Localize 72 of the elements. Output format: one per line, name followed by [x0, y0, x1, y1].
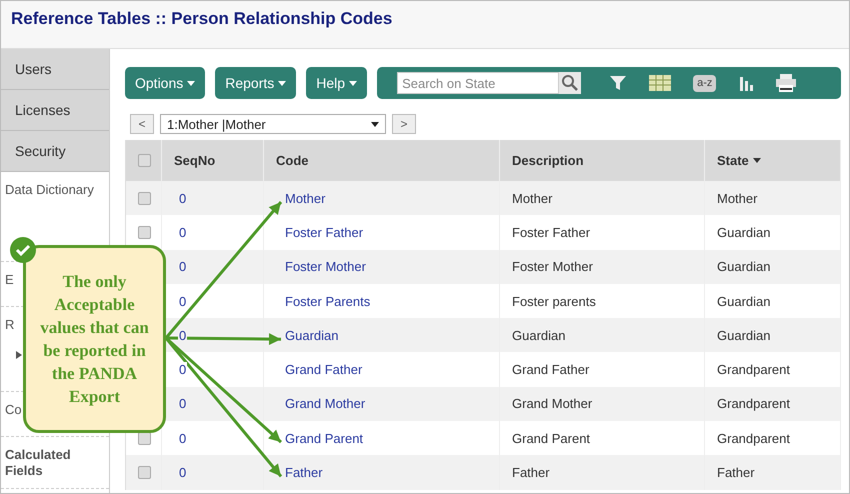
table-cell: Foster Father — [512, 224, 590, 240]
select-all-checkbox[interactable] — [138, 154, 151, 167]
expand-icon[interactable] — [15, 351, 23, 359]
table-cell: Grandparent — [717, 396, 790, 412]
code-link[interactable]: Foster Mother — [284, 259, 367, 274]
table-cell: Foster Mother — [512, 259, 593, 274]
row-checkbox[interactable] — [138, 466, 151, 480]
table-cell: Guardian — [512, 328, 566, 343]
sidebar-item[interactable]: Calculated Fields — [5, 447, 105, 479]
next-button[interactable]: > — [392, 114, 416, 134]
table-cell: Grandparent — [717, 430, 790, 446]
previous-button[interactable]: < — [130, 114, 154, 134]
code-link[interactable]: Foster Father — [284, 224, 364, 240]
code-link[interactable]: Mother — [284, 190, 326, 206]
row-checkbox[interactable] — [138, 226, 151, 239]
table-cell: Grand Father — [512, 362, 590, 378]
header-cell[interactable]: Code — [264, 140, 500, 181]
caret-icon — [349, 80, 358, 86]
sort-button[interactable]: a-z — [693, 74, 716, 92]
header-cell[interactable]: Description — [500, 140, 705, 181]
seq-link[interactable]: 0 — [178, 328, 188, 343]
seq-link[interactable]: 0 — [178, 259, 188, 274]
table-cell: Father — [717, 465, 755, 480]
search-icon[interactable] — [559, 72, 582, 94]
sidebar-tab[interactable]: Security — [1, 131, 109, 172]
caret-icon — [371, 122, 379, 126]
caret-icon — [187, 80, 196, 86]
code-link[interactable]: Father — [284, 465, 324, 480]
seq-link[interactable]: 0 — [178, 396, 188, 412]
header-cell[interactable]: SeqNo — [162, 140, 264, 181]
sidebar-tab[interactable]: Users — [1, 49, 109, 90]
seq-link[interactable]: 0 — [178, 294, 188, 309]
table-cell: Guardian — [717, 259, 770, 274]
record-select[interactable]: 1:Mother |Mother — [160, 114, 386, 134]
header-cell[interactable]: State — [705, 140, 841, 181]
table-cell: Mother — [717, 190, 758, 206]
table-cell: Grandparent — [717, 362, 790, 378]
seq-link[interactable]: 0 — [178, 190, 188, 206]
page-title: Reference Tables :: Person Relationship Codes — [11, 9, 392, 28]
table-cell: Grand Mother — [512, 396, 592, 412]
sidebar-item[interactable]: Data Dictionary — [5, 182, 94, 198]
table-cell: Foster parents — [512, 294, 596, 309]
seq-link[interactable]: 0 — [178, 362, 188, 378]
table-cell: Guardian — [717, 328, 770, 343]
seq-link[interactable]: 0 — [178, 430, 188, 446]
search-field[interactable]: Search on State — [397, 72, 560, 94]
code-link[interactable]: Guardian — [284, 328, 340, 343]
caret-icon — [752, 158, 761, 163]
bar-chart-icon[interactable] — [738, 75, 754, 91]
menu-button[interactable]: Reports — [215, 67, 296, 99]
sidebar-item[interactable]: E — [5, 272, 14, 288]
sidebar-item[interactable]: R — [5, 317, 14, 333]
caret-icon — [278, 80, 286, 86]
table-cell: Grand Parent — [512, 430, 590, 446]
sidebar-tab[interactable]: Licenses — [1, 90, 109, 131]
seq-link[interactable]: 0 — [178, 465, 188, 480]
seq-link[interactable]: 0 — [178, 224, 188, 240]
table-cell: Father — [512, 465, 550, 480]
sidebar-item[interactable]: Co — [5, 402, 22, 418]
grid-icon[interactable] — [649, 75, 672, 91]
menu-button[interactable]: Help — [306, 67, 368, 99]
callout-text: The only Acceptable values that can be reported in the PANDA Export — [39, 271, 150, 408]
menu-button[interactable]: Options — [125, 67, 206, 99]
table-cell: Guardian — [717, 294, 770, 309]
filter-icon[interactable] — [609, 74, 628, 92]
row-checkbox[interactable] — [138, 192, 151, 205]
table-cell: Guardian — [717, 224, 770, 240]
code-link[interactable]: Grand Parent — [284, 430, 364, 446]
print-icon[interactable] — [776, 74, 796, 92]
table-cell: Mother — [512, 190, 552, 206]
code-link[interactable]: Grand Mother — [284, 396, 366, 412]
code-link[interactable]: Grand Father — [284, 362, 364, 378]
